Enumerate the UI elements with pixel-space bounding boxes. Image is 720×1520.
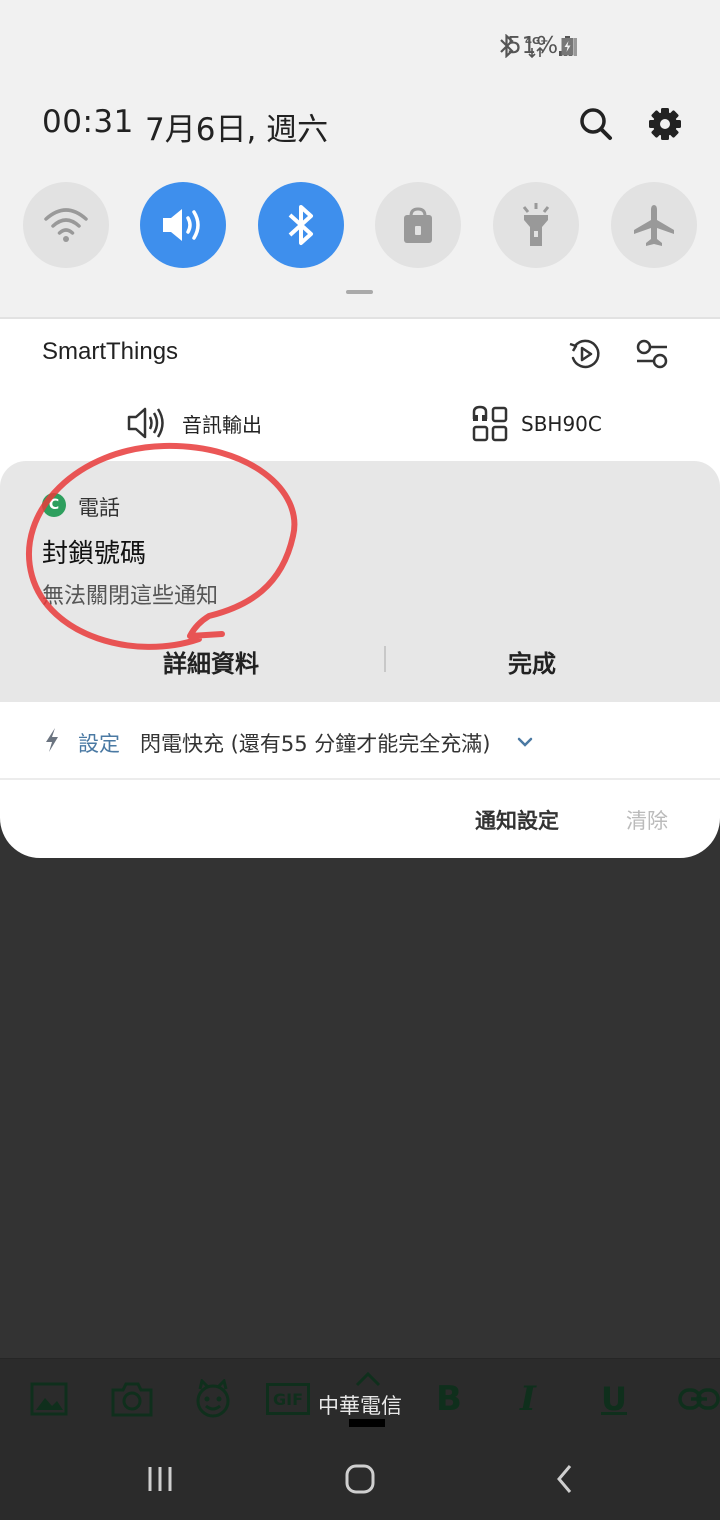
date[interactable]: 7月6日, 週六 — [145, 104, 328, 149]
lock-icon — [404, 207, 432, 243]
sound-toggle[interactable] — [140, 182, 226, 268]
flashlight-icon — [522, 203, 550, 246]
gif-button[interactable]: GIF — [266, 1383, 310, 1415]
action-separator — [384, 646, 386, 672]
carrier-label: 中華電信 — [318, 1394, 402, 1418]
bluetooth-icon — [288, 205, 313, 245]
panel-drag-handle[interactable] — [346, 290, 373, 294]
device-settings-icon[interactable] — [634, 336, 670, 372]
gear-icon[interactable] — [646, 104, 684, 144]
notification-panel: 4G+ 51% 00:31 7月6日, 週六 SmartThings 音訊輸出 … — [0, 0, 720, 858]
notification-text: 無法關閉這些通知 — [42, 584, 219, 609]
charging-message: 閃電快充 (還有55 分鐘才能完全充滿) — [140, 732, 491, 756]
divider — [0, 778, 720, 780]
charging-notification[interactable]: 設定 閃電快充 (還有55 分鐘才能完全充滿) — [0, 702, 720, 778]
details-button[interactable]: 詳細資料 — [163, 644, 259, 679]
italic-button[interactable]: I — [520, 1379, 536, 1419]
image-icon[interactable] — [30, 1379, 68, 1419]
clear-button[interactable]: 清除 — [626, 805, 668, 835]
chevron-down-icon[interactable] — [516, 734, 534, 750]
rotation-lock-toggle[interactable] — [375, 182, 461, 268]
airplane-toggle[interactable] — [611, 182, 697, 268]
wifi-icon — [44, 208, 88, 242]
media-output-label: 音訊輸出 — [182, 412, 262, 437]
clock[interactable]: 00:31 — [42, 104, 134, 140]
battery-percent: 51% — [507, 33, 559, 59]
wifi-toggle[interactable] — [23, 182, 109, 268]
home-icon[interactable] — [340, 1458, 380, 1500]
smartthings-title[interactable]: SmartThings — [42, 338, 178, 366]
back-icon[interactable] — [545, 1458, 585, 1500]
camera-icon[interactable] — [111, 1379, 153, 1419]
search-icon[interactable] — [578, 104, 614, 144]
airplane-icon — [634, 205, 674, 246]
sticker-icon[interactable] — [194, 1379, 232, 1419]
devices-icon — [472, 405, 508, 442]
quick-panel: 4G+ 51% 00:31 7月6日, 週六 — [0, 0, 720, 318]
app-name: 電話 — [78, 496, 120, 520]
notification-title: 封鎖號碼 — [42, 539, 147, 569]
notification-settings-button[interactable]: 通知設定 — [475, 805, 559, 835]
flashlight-toggle[interactable] — [493, 182, 579, 268]
done-button[interactable]: 完成 — [508, 644, 556, 679]
recent-apps-icon[interactable] — [140, 1458, 180, 1500]
media-output-button[interactable]: 音訊輸出 — [126, 405, 262, 441]
charging-settings-link[interactable]: 設定 — [78, 728, 120, 758]
phone-notification[interactable]: C 電話 封鎖號碼 無法關閉這些通知 詳細資料 完成 — [0, 442, 720, 702]
chevron-up-icon[interactable] — [355, 1371, 381, 1387]
divider — [0, 317, 720, 319]
link-icon[interactable] — [678, 1379, 720, 1419]
media-cast-icon[interactable] — [567, 336, 603, 372]
bold-button[interactable]: B — [436, 1379, 462, 1419]
phone-app-icon: C — [42, 493, 66, 517]
volume-icon — [163, 209, 200, 241]
device-label: SBH90C — [521, 412, 602, 436]
device-sbh90c-button[interactable]: SBH90C — [471, 405, 602, 443]
speaker-icon — [127, 407, 164, 439]
navigation-bar — [0, 1438, 720, 1520]
battery-charging-icon — [561, 36, 574, 56]
lightning-icon — [46, 728, 58, 752]
cursor-bar — [349, 1419, 385, 1427]
underline-button[interactable]: U — [601, 1379, 627, 1419]
bluetooth-toggle[interactable] — [258, 182, 344, 268]
